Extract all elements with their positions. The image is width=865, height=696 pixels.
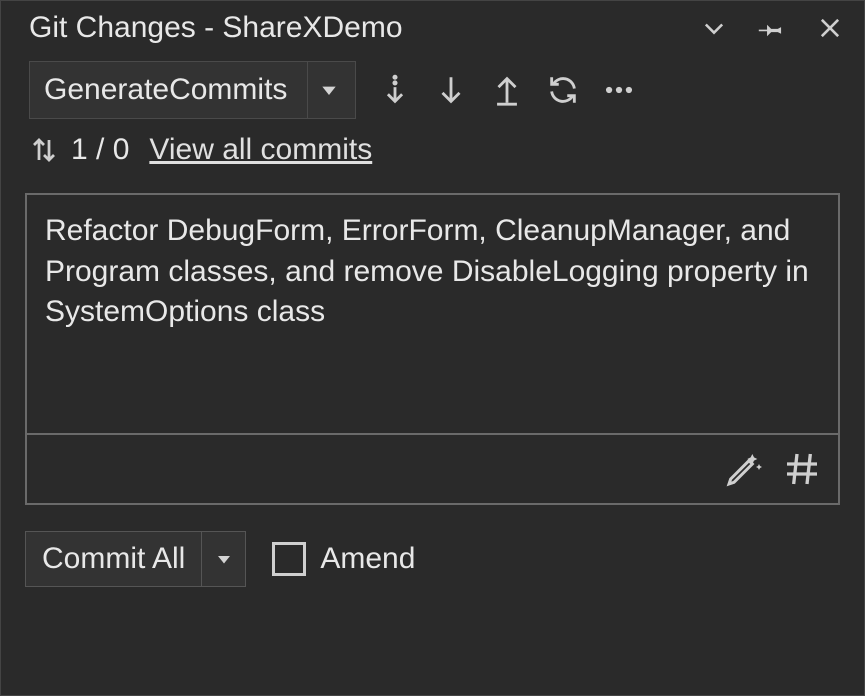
commit-message-container (25, 193, 840, 505)
toolbar-icons (378, 73, 636, 107)
amend-label: Amend (320, 542, 415, 576)
toolbar: GenerateCommits (1, 57, 864, 127)
branch-dropdown[interactable]: GenerateCommits (29, 61, 356, 119)
more-icon[interactable] (602, 73, 636, 107)
panel-options-chevron-icon[interactable] (700, 14, 728, 42)
commit-actions-row: Commit All Amend (1, 505, 864, 587)
sync-count-text: 1 / 0 (71, 133, 129, 167)
commit-message-toolbar (25, 435, 840, 505)
commit-all-label: Commit All (26, 532, 201, 586)
amend-checkbox[interactable] (272, 542, 306, 576)
outgoing-incoming-count: 1 / 0 (29, 133, 129, 167)
titlebar-actions (700, 14, 844, 42)
commit-dropdown-caret-icon[interactable] (201, 532, 245, 586)
pin-icon[interactable] (758, 14, 786, 42)
push-icon[interactable] (490, 73, 524, 107)
view-all-commits-link[interactable]: View all commits (149, 133, 372, 167)
sync-status-row: 1 / 0 View all commits (1, 127, 864, 181)
titlebar: Git Changes - ShareXDemo (1, 1, 864, 57)
commit-all-button[interactable]: Commit All (25, 531, 246, 587)
panel-title: Git Changes - ShareXDemo (29, 11, 700, 45)
pull-icon[interactable] (434, 73, 468, 107)
hash-icon[interactable] (782, 449, 822, 489)
sync-icon[interactable] (546, 73, 580, 107)
branch-caret-icon[interactable] (307, 62, 349, 118)
commit-message-input[interactable] (25, 193, 840, 435)
branch-name: GenerateCommits (44, 73, 287, 107)
git-changes-panel: Git Changes - ShareXDemo GenerateCommits (0, 0, 865, 696)
fetch-icon[interactable] (378, 73, 412, 107)
ai-generate-message-icon[interactable] (724, 449, 764, 489)
amend-checkbox-group[interactable]: Amend (272, 542, 415, 576)
updown-arrows-icon (29, 133, 59, 167)
close-icon[interactable] (816, 14, 844, 42)
